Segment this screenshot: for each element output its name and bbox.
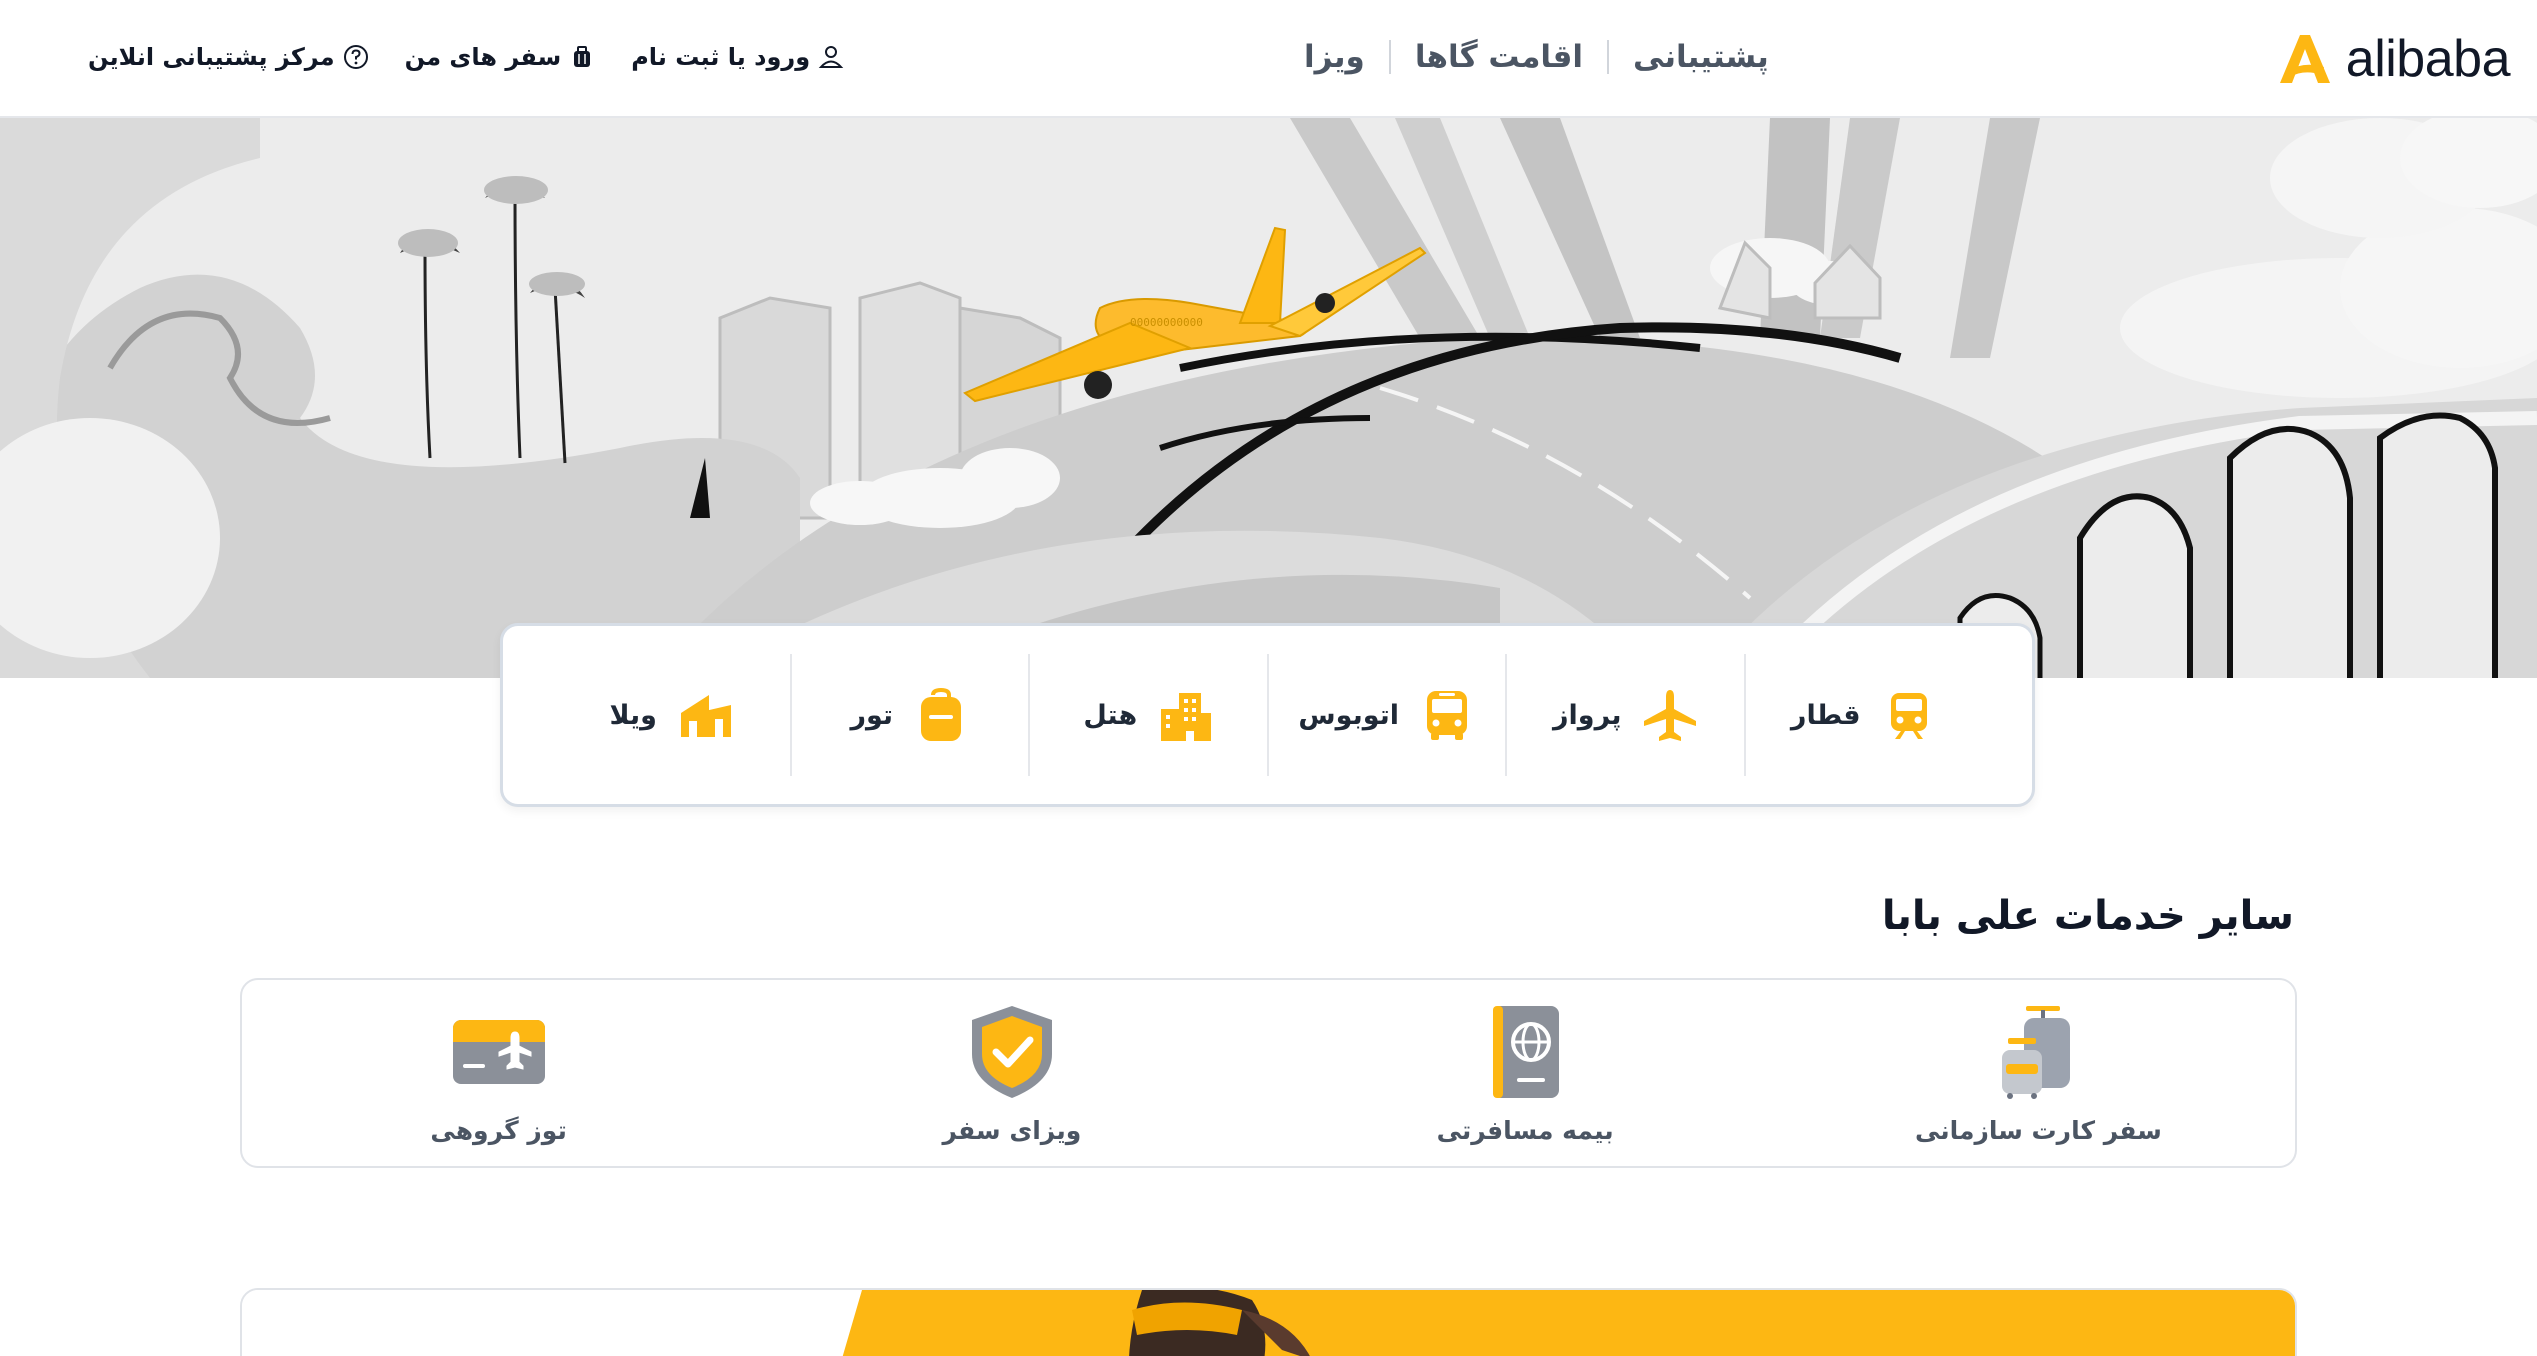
support-center-label: مرکز پشتیبانی انلاین xyxy=(88,43,335,71)
alibaba-logo-mark-icon xyxy=(2279,35,2330,83)
my-trips-link[interactable]: سفر های من xyxy=(405,43,596,71)
hotel-icon xyxy=(1161,693,1212,741)
service-travel-insurance-label: بیمه مسافرتی xyxy=(1436,1115,1614,1145)
main-nav: پشتیبانی اقامت گاها ویزا xyxy=(1280,30,1793,84)
nav-accommodations[interactable]: اقامت گاها xyxy=(1391,39,1607,75)
my-trips-label: سفر های من xyxy=(404,43,562,71)
promo-banner[interactable] xyxy=(240,1288,2297,1356)
shield-check-icon xyxy=(971,1005,1052,1098)
question-circle-icon xyxy=(343,45,368,69)
villa-icon xyxy=(680,695,731,737)
user-nav: ورود یا ثبت نام سفر های من مرکز پشتیبانی… xyxy=(88,32,844,82)
nav-divider xyxy=(1607,40,1609,74)
plane-window-row: 00000000000 xyxy=(1130,316,1203,329)
promo-banner-art xyxy=(242,1290,2295,1356)
service-tabs-card: قطار پرواز اتوبوس هتل تور ویلا xyxy=(500,623,2035,807)
login-label: ورود یا ثبت نام xyxy=(631,43,811,71)
tab-bus-label: اتوبوس xyxy=(1298,699,1400,731)
nav-divider xyxy=(1388,40,1391,74)
service-group-tour-label: توز گروهی xyxy=(430,1115,567,1145)
user-icon xyxy=(818,46,844,68)
other-services-title: سایر خدمات علی بابا xyxy=(1881,893,2294,939)
tab-flight[interactable]: پرواز xyxy=(1505,654,1744,776)
luggage-icon xyxy=(2002,1005,2071,1099)
tab-villa-label: ویلا xyxy=(609,699,657,731)
support-center-link[interactable]: مرکز پشتیبانی انلاین xyxy=(88,43,369,71)
hero-illustration: 00000000000 xyxy=(0,118,2537,678)
service-travel-visa[interactable]: ویزای سفر xyxy=(755,980,1268,1166)
tab-train[interactable]: قطار xyxy=(1743,654,1983,776)
tab-tour[interactable]: تور xyxy=(789,654,1029,776)
tab-train-label: قطار xyxy=(1790,699,1861,731)
service-travel-visa-label: ویزای سفر xyxy=(942,1115,1082,1145)
passport-icon xyxy=(1493,1005,1560,1098)
top-header: alibaba پشتیبانی اقامت گاها ویزا ورود یا… xyxy=(0,0,2537,118)
plane-icon xyxy=(1643,690,1696,741)
tab-tour-label: تور xyxy=(850,699,894,731)
tab-hotel-label: هتل xyxy=(1083,699,1138,731)
other-services-card: سفر کارت سازمانی بیمه مسافرتی ویزای سفر … xyxy=(240,978,2297,1168)
tab-villa[interactable]: ویلا xyxy=(553,654,790,776)
tab-flight-label: پرواز xyxy=(1553,699,1622,731)
nav-visa[interactable]: ویزا xyxy=(1280,39,1389,75)
suitcase-icon xyxy=(574,46,591,67)
service-travel-insurance[interactable]: بیمه مسافرتی xyxy=(1269,980,1782,1166)
login-link[interactable]: ورود یا ثبت نام xyxy=(631,43,844,71)
tab-bus[interactable]: اتوبوس xyxy=(1266,654,1506,776)
logo-text: alibaba xyxy=(2345,30,2511,88)
hero-scene: 00000000000 xyxy=(0,118,2537,678)
tour-bag-icon xyxy=(921,687,962,741)
alibaba-logo[interactable]: alibaba xyxy=(2274,28,2511,90)
bus-icon xyxy=(1427,691,1468,740)
service-organizational-travel-card[interactable]: سفر کارت سازمانی xyxy=(1782,980,2295,1166)
service-group-tour[interactable]: توز گروهی xyxy=(242,980,755,1166)
nav-support[interactable]: پشتیبانی xyxy=(1609,39,1793,75)
ticket-plane-icon xyxy=(452,1019,545,1084)
train-icon xyxy=(1890,693,1927,739)
tab-hotel[interactable]: هتل xyxy=(1028,654,1267,776)
service-organizational-travel-label: سفر کارت سازمانی xyxy=(1914,1115,2162,1145)
